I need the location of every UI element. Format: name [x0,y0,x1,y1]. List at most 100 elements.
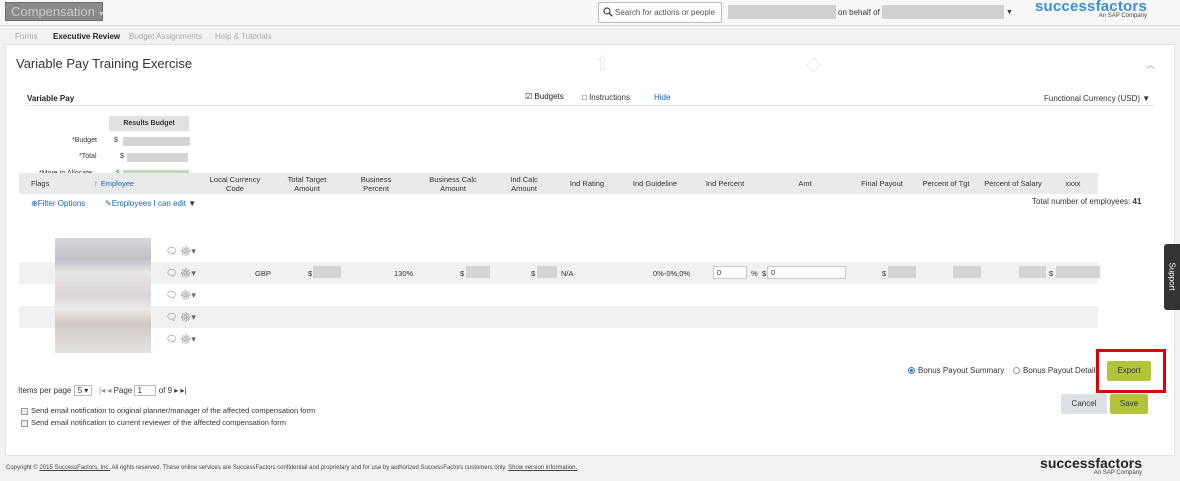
budget-value-redacted [123,137,190,146]
footer-copyright: Copyright © 2015 SuccessFactors, Inc. Al… [6,465,578,471]
search-input[interactable]: Search for actions or people [598,2,722,23]
local-currency-value: GBP [255,269,271,278]
collapse-chevron-icon[interactable]: ︿ [1146,58,1155,71]
items-per-page-label: Items per page [18,386,72,395]
row-actions[interactable]: 🗨 ⚙▾ [166,268,196,279]
notify-reviewer-option[interactable]: Send email notification to current revie… [21,418,286,427]
page-count: of 9 [158,386,173,395]
row-actions[interactable]: 🗨 ⚙▾ [166,246,196,257]
instructions-toggle[interactable]: □ Instructions [582,93,630,102]
support-tab[interactable]: Support [1164,244,1180,310]
col-ind-guideline[interactable]: Ind Guideline [624,173,686,194]
export-button[interactable]: Export [1107,361,1151,381]
items-per-page-select[interactable]: 5 ▾ [73,385,93,396]
page-label: Page [113,386,133,395]
section-label: Variable Pay [27,94,75,103]
employees-filter-dropdown[interactable]: ✎Employees I can edit ▼ [105,199,196,208]
budget-label: *Budget [72,137,97,144]
watermark-arrow-icon: ⇧ [594,53,611,75]
hide-link[interactable]: Hide [654,93,670,102]
total-employees: Total number of employees: 41 [1032,197,1142,206]
sort-up-icon: ↑ [93,179,98,188]
amt-currency: $ [762,269,767,278]
filter-options-link[interactable]: ⊕Filter Options [31,199,85,208]
col-flags[interactable]: Flags [23,173,59,194]
final-payout-currency: $ [882,269,887,278]
budgets-toggle[interactable]: ☑ Budgets [525,92,564,101]
target-amount-redacted [313,266,341,278]
comment-icon[interactable]: 🗨 [166,246,177,256]
row-actions[interactable]: 🗨 ⚙▾ [166,312,196,323]
col-business-percent[interactable]: Business Percent [348,173,404,194]
results-budget-header: Results Budget [109,116,189,131]
total-value-redacted [127,153,188,162]
total-label: *Total [79,153,97,160]
col-business-calc[interactable]: Business Calc Amount [420,173,486,194]
company-logo: successfactors An SAP Company [1034,0,1147,19]
next-page-icon[interactable]: ▸ [174,386,178,395]
col-percent-of-salary[interactable]: Percent of Salary [982,173,1044,194]
tab-forms[interactable]: Forms [15,32,38,41]
employee-photos-redacted [55,238,151,353]
col-ind-percent[interactable]: Ind Percent [697,173,753,194]
version-info-link[interactable]: Show version information. [508,465,577,471]
col-percent-of-tgt[interactable]: Percent of Tgt [916,173,976,194]
first-page-icon[interactable]: |◂ [99,386,105,395]
col-amt[interactable]: Amt [779,173,831,194]
col-ind-calc[interactable]: Ind Calc Amount [500,173,548,194]
xxxx-currency: $ [1049,269,1054,278]
checkbox-icon[interactable] [21,419,28,427]
col-xxxx[interactable]: xxxx [1051,173,1095,194]
col-local-currency[interactable]: Local Currency Code [200,173,270,194]
copyright-link[interactable]: 2015 SuccessFactors, Inc. [39,465,110,471]
col-final-payout[interactable]: Final Payout [852,173,912,194]
divider [25,105,1155,106]
ind-percent-input[interactable]: 0 [713,266,747,279]
chevron-down-icon: ▼ [1142,94,1151,103]
user-name-redacted[interactable] [728,5,836,19]
gear-icon[interactable]: ⚙▾ [180,290,196,300]
tab-executive-review[interactable]: Executive Review [53,32,120,41]
proxy-user-redacted[interactable] [882,5,1004,19]
gear-icon[interactable]: ⚙▾ [180,246,196,256]
comment-icon[interactable]: 🗨 [166,268,177,278]
radio-selected-icon [908,367,915,375]
amt-input[interactable]: 0 [767,266,846,279]
prev-page-icon[interactable]: ◂ [107,386,111,395]
comment-icon[interactable]: 🗨 [166,312,177,322]
on-behalf-label: on behalf of [838,8,880,17]
target-currency: $ [308,269,313,278]
notify-planner-option[interactable]: Send email notification to original plan… [21,406,315,415]
col-ind-rating[interactable]: Ind Rating [559,173,615,194]
save-button[interactable]: Save [1110,394,1148,414]
bonus-payout-details-radio[interactable]: Bonus Payout Details [1013,366,1100,375]
budget-currency: $ [114,137,118,144]
bonus-payout-summary-radio[interactable]: Bonus Payout Summary [908,366,1004,375]
ind-percent-symbol: % [751,269,758,278]
comment-icon[interactable]: 🗨 [166,334,177,344]
gear-icon[interactable]: ⚙▾ [180,312,196,322]
gear-icon[interactable]: ⚙▾ [180,268,196,278]
total-currency: $ [120,153,124,160]
cancel-button[interactable]: Cancel [1061,394,1107,414]
chart-icon: ☑ [525,92,533,101]
book-icon: □ [582,93,587,102]
row-actions[interactable]: 🗨 ⚙▾ [166,334,196,345]
comment-icon[interactable]: 🗨 [166,290,177,300]
gear-icon[interactable]: ⚙▾ [180,334,196,344]
checkbox-icon[interactable] [21,407,28,415]
xxxx-redacted [1056,266,1100,278]
percent-of-salary-redacted [1019,266,1046,278]
chevron-down-icon[interactable]: ▼ [1006,9,1013,16]
page-number-input[interactable]: 1 [134,385,157,396]
module-switcher-button[interactable]: Compensation ▼ [5,2,105,21]
col-employee[interactable]: ↑ Employee [79,173,149,194]
tab-budget-assignments[interactable]: Budget Assignments [129,32,202,41]
tab-help-tutorials[interactable]: Help & Tutorials [215,32,271,41]
page-title: Variable Pay Training Exercise [16,56,193,71]
row-actions[interactable]: 🗨 ⚙▾ [166,290,196,301]
col-total-target[interactable]: Total Target Amount [277,173,337,194]
ind-calc-redacted [537,266,557,278]
last-page-icon[interactable]: ▸| [181,386,187,395]
currency-dropdown[interactable]: Functional Currency (USD) ▼ [1044,94,1150,103]
